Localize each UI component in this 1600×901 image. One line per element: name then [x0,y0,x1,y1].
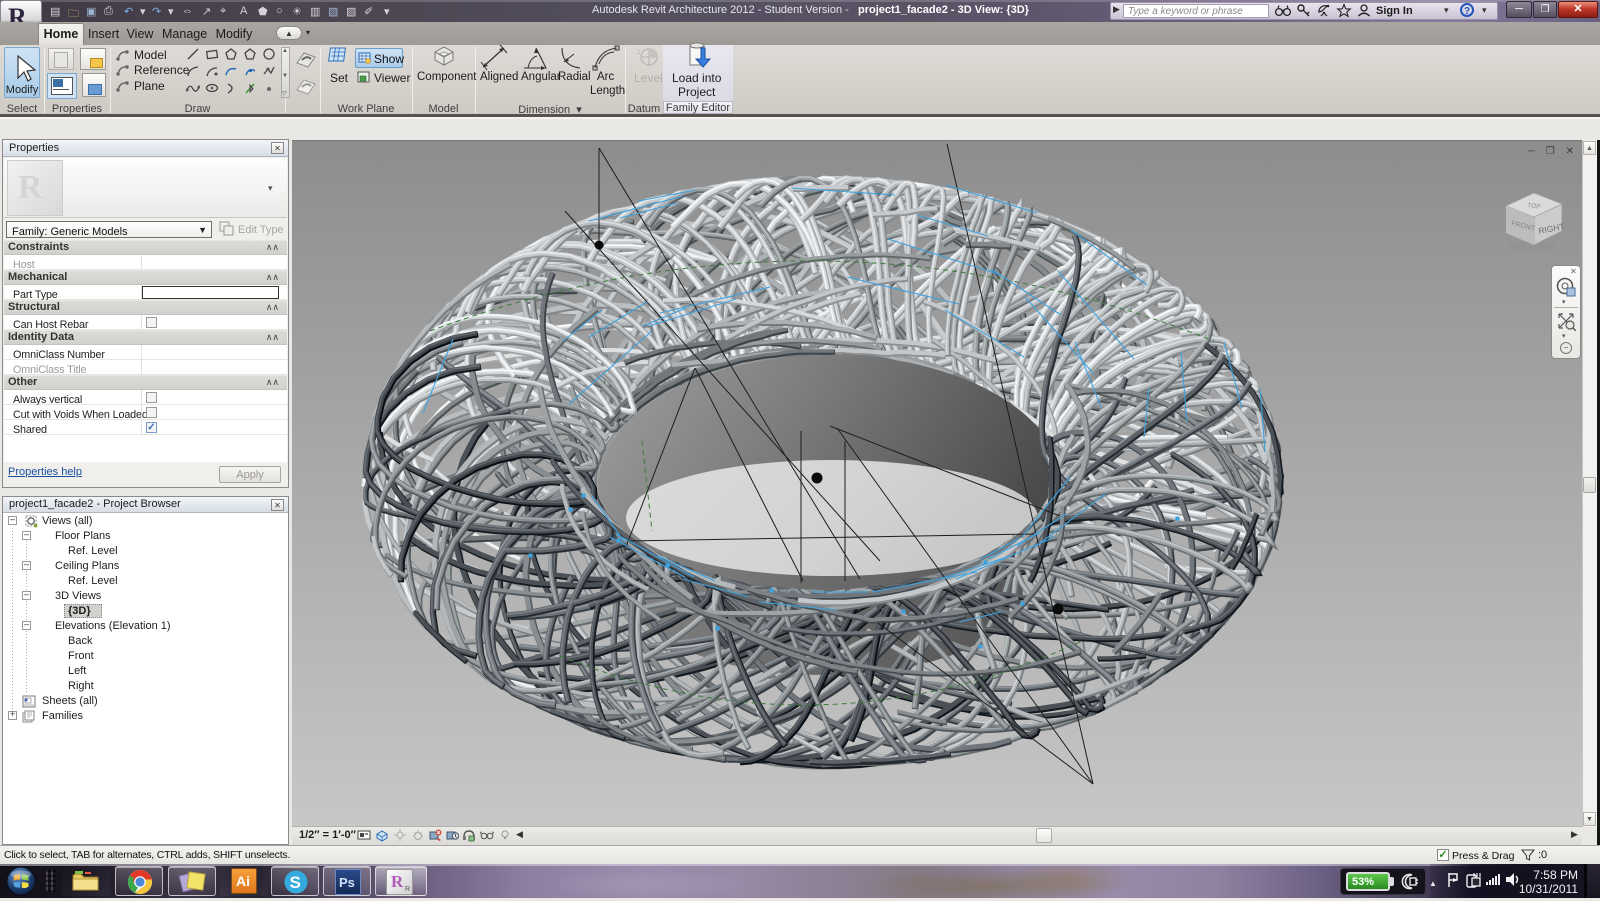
svg-text:.1: .1 [635,49,641,56]
svg-text:S: S [290,873,301,892]
